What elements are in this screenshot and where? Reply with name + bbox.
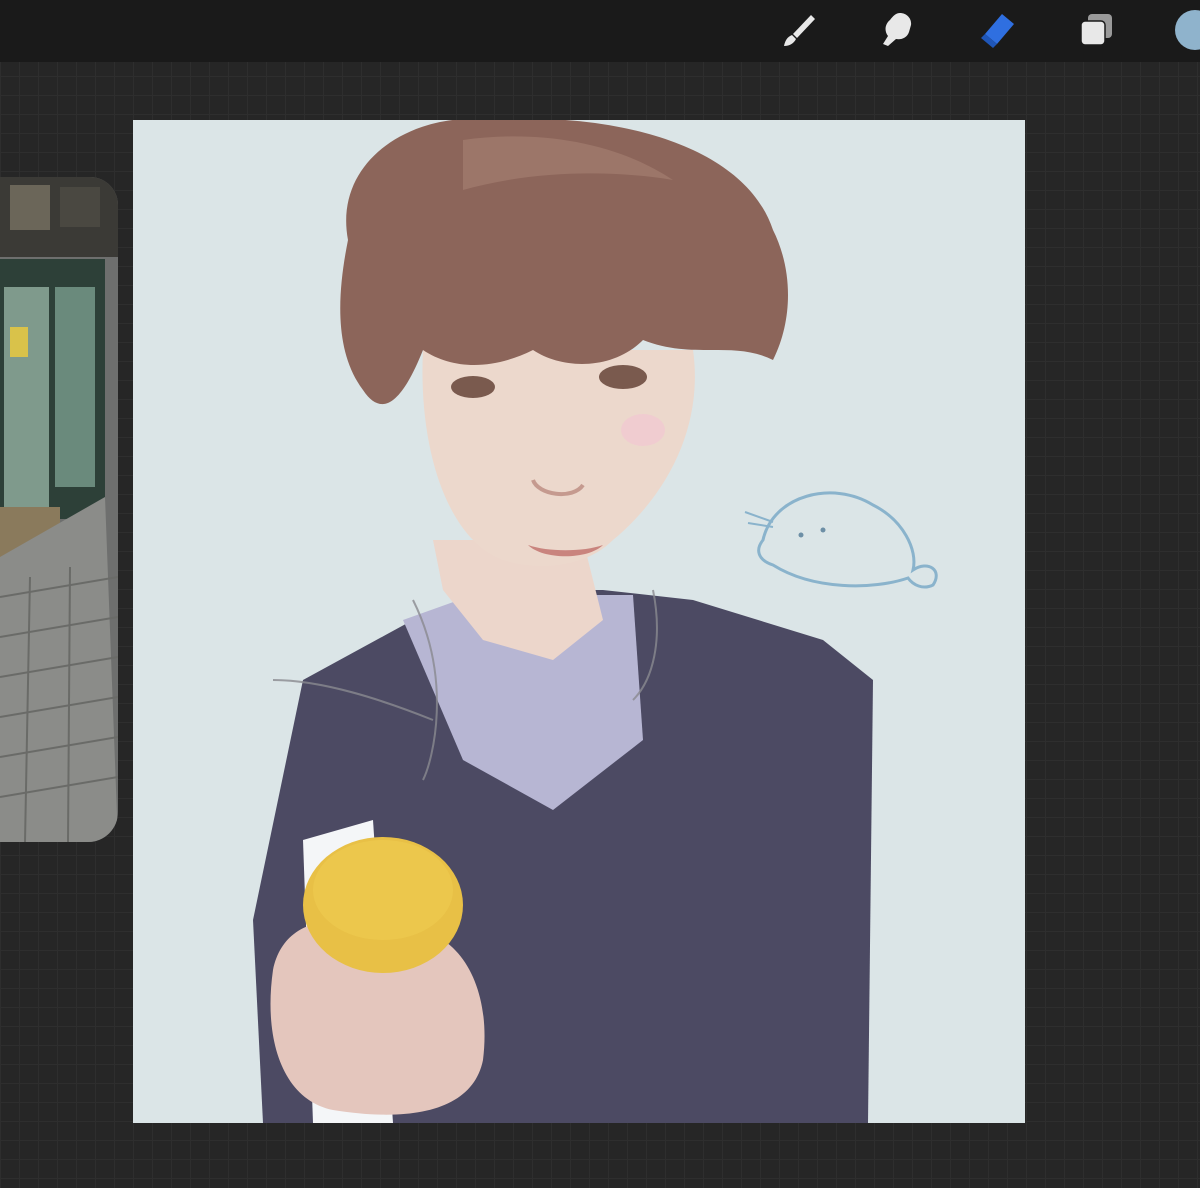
color-picker-swatch[interactable] bbox=[1175, 10, 1200, 50]
eraser-icon bbox=[981, 14, 1014, 48]
portrait-painting bbox=[133, 120, 1025, 1123]
layers-icon bbox=[1080, 14, 1112, 46]
smudge-tool[interactable] bbox=[876, 9, 918, 51]
drawing-canvas[interactable] bbox=[133, 120, 1025, 1123]
layers-tool[interactable] bbox=[1076, 9, 1118, 51]
top-toolbar bbox=[0, 0, 1200, 62]
paintbrush-tool[interactable] bbox=[778, 9, 820, 51]
reference-photo-image bbox=[0, 177, 118, 842]
reference-image-window[interactable] bbox=[0, 177, 118, 842]
smudge-icon bbox=[883, 13, 912, 46]
eraser-tool[interactable] bbox=[976, 9, 1018, 51]
paintbrush-icon bbox=[784, 15, 815, 46]
